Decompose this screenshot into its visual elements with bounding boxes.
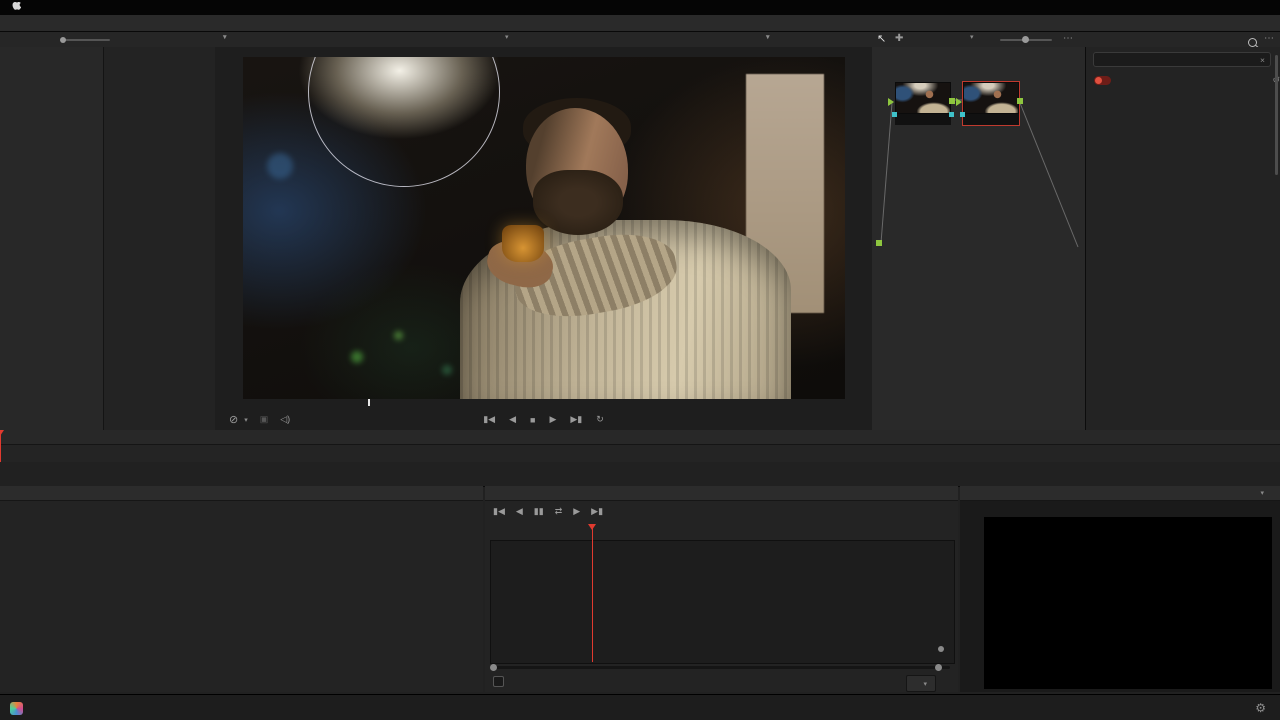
key-input-port[interactable] bbox=[960, 112, 965, 117]
tracker-transport: ▮◀ ◀ ▮▮ ⇄ ▶ ▶▮ bbox=[493, 506, 603, 517]
timeline-playhead[interactable] bbox=[0, 430, 1, 462]
mini-timeline bbox=[0, 430, 1280, 463]
macos-menu-bar bbox=[0, 0, 1280, 15]
pause-button[interactable]: ▮▮ bbox=[534, 506, 544, 517]
viewer-timecode[interactable]: ▾ bbox=[762, 33, 770, 41]
davinci-resolve-window: ▾ ▾ ▾ ↖ ✚ ▾ ⋯ ⋯ bbox=[0, 0, 1280, 720]
scopes-header: ▾ bbox=[960, 486, 1280, 501]
scopes-panel: ▾ bbox=[960, 486, 1280, 692]
timeline-clips bbox=[34, 449, 1274, 459]
play-reverse-button[interactable]: ◀ bbox=[509, 414, 516, 425]
tracker-playhead[interactable] bbox=[592, 524, 593, 662]
chevron-down-icon: ▾ bbox=[766, 33, 770, 41]
track-to-start-button[interactable]: ▮◀ bbox=[493, 506, 505, 517]
minimize-window-button[interactable] bbox=[24, 19, 32, 27]
chevron-down-icon: ▾ bbox=[923, 680, 927, 688]
key-input-port[interactable] bbox=[892, 112, 897, 117]
node-cursor-tool-icon[interactable]: ↖ bbox=[877, 34, 886, 45]
rgb-output-port[interactable] bbox=[1017, 98, 1023, 104]
project-settings-gear-icon[interactable]: ⚙ bbox=[1255, 701, 1266, 715]
stop-button[interactable]: ■ bbox=[530, 415, 535, 425]
chevron-down-icon: ▾ bbox=[505, 33, 509, 41]
tracker-header bbox=[485, 486, 958, 501]
node-pan-tool-icon[interactable]: ✚ bbox=[895, 34, 903, 44]
zoom-window-button[interactable] bbox=[40, 19, 48, 27]
still-size-slider[interactable] bbox=[62, 39, 110, 41]
resolve-logo-icon bbox=[10, 702, 23, 715]
viewer-zoom-select[interactable]: ▾ bbox=[219, 33, 227, 41]
node-thumbnail bbox=[895, 82, 951, 114]
person-beard bbox=[533, 170, 623, 235]
gallery-panel bbox=[0, 47, 216, 430]
waveform-scope bbox=[960, 501, 1280, 693]
page-navigation-bar: ⚙ bbox=[0, 694, 1280, 720]
tracker-scroll-dot[interactable] bbox=[938, 646, 944, 652]
settings-search-icon[interactable] bbox=[1248, 38, 1257, 47]
tracker-type-dropdown[interactable]: ▾ bbox=[906, 675, 936, 692]
settings-search-field[interactable]: × bbox=[1093, 52, 1271, 67]
effect-settings-panel: × ↺ bbox=[1086, 47, 1280, 430]
interactive-mode-checkbox[interactable] bbox=[493, 676, 504, 687]
node-zoom-slider[interactable] bbox=[1000, 39, 1052, 41]
right-panel-tabs bbox=[1094, 33, 1110, 36]
loop-button[interactable]: ↻ bbox=[596, 414, 604, 425]
palette-toolbar bbox=[0, 462, 1280, 487]
chevron-down-icon: ▾ bbox=[223, 33, 227, 41]
rgb-input-port[interactable] bbox=[956, 98, 966, 106]
rgb-output-port[interactable] bbox=[949, 98, 955, 104]
bokeh-light bbox=[267, 153, 293, 179]
close-window-button[interactable] bbox=[8, 19, 16, 27]
app-title-bar bbox=[0, 15, 1280, 32]
lens-flare-ring[interactable] bbox=[308, 57, 500, 187]
secondary-toolbar: ▾ ▾ ▾ ↖ ✚ ▾ ⋯ ⋯ bbox=[0, 32, 1280, 48]
settings-more-icon[interactable]: ⋯ bbox=[1264, 34, 1274, 44]
track-to-end-button[interactable]: ▶▮ bbox=[591, 506, 603, 517]
tracker-ruler[interactable] bbox=[490, 524, 953, 541]
tracker-panel: ▮◀ ◀ ▮▮ ⇄ ▶ ▶▮ ▾ bbox=[485, 486, 958, 692]
bokeh-light bbox=[394, 331, 403, 340]
tracker-graph[interactable] bbox=[490, 540, 955, 664]
bokeh-light bbox=[442, 365, 452, 375]
settings-scrollbar[interactable] bbox=[1275, 55, 1278, 175]
node-thumbnail bbox=[963, 82, 1019, 114]
corrector-node-02[interactable] bbox=[963, 82, 1019, 125]
whiskey-glass bbox=[502, 225, 544, 263]
viewer-panel: ⊘ ▾ ▣ ◁) ▮◀ ◀ ■ ▶ ▶▮ ↻ bbox=[215, 47, 872, 430]
video-frame[interactable] bbox=[243, 57, 845, 399]
node-panel-more-icon[interactable]: ⋯ bbox=[1063, 34, 1073, 44]
corrector-node-01[interactable] bbox=[895, 82, 951, 125]
gallery-album-list bbox=[0, 47, 104, 430]
viewer-transport-bar: ⊘ ▾ ▣ ◁) ▮◀ ◀ ■ ▶ ▶▮ ↻ bbox=[215, 409, 872, 430]
viewer-clip-select[interactable]: ▾ bbox=[500, 33, 509, 41]
plugin-enable-toggle[interactable] bbox=[1094, 76, 1111, 85]
chevron-down-icon: ▾ bbox=[1260, 489, 1264, 497]
key-output-port[interactable] bbox=[949, 112, 954, 117]
rgb-input-port[interactable] bbox=[888, 98, 898, 106]
viewer-scrub-marker[interactable] bbox=[368, 399, 370, 406]
play-button[interactable]: ▶ bbox=[549, 414, 556, 425]
track-forward-button[interactable]: ▶ bbox=[573, 506, 580, 517]
color-wheels-header bbox=[0, 486, 483, 501]
timeline-ruler[interactable] bbox=[0, 430, 1280, 445]
color-wheels-panel bbox=[0, 486, 483, 692]
bokeh-light bbox=[351, 351, 363, 363]
clear-search-icon[interactable]: × bbox=[1260, 55, 1265, 65]
apple-menu-icon[interactable] bbox=[12, 2, 21, 13]
waveform-canvas bbox=[984, 517, 1272, 689]
node-graph-panel bbox=[872, 47, 1086, 430]
tracker-scrollbar[interactable] bbox=[490, 666, 950, 669]
source-port[interactable] bbox=[876, 240, 882, 246]
track-reverse-button[interactable]: ◀ bbox=[516, 506, 523, 517]
plugin-header: ↺ bbox=[1086, 73, 1280, 88]
app-badge bbox=[10, 702, 30, 715]
go-to-start-button[interactable]: ▮◀ bbox=[483, 414, 495, 425]
track-swap-icon[interactable]: ⇄ bbox=[555, 506, 563, 517]
node-view-select[interactable]: ▾ bbox=[965, 33, 974, 41]
chevron-down-icon: ▾ bbox=[970, 33, 974, 41]
go-to-end-button[interactable]: ▶▮ bbox=[570, 414, 582, 425]
tracker-bottom-row bbox=[493, 676, 534, 687]
scope-mode-dropdown[interactable]: ▾ bbox=[1255, 489, 1264, 497]
